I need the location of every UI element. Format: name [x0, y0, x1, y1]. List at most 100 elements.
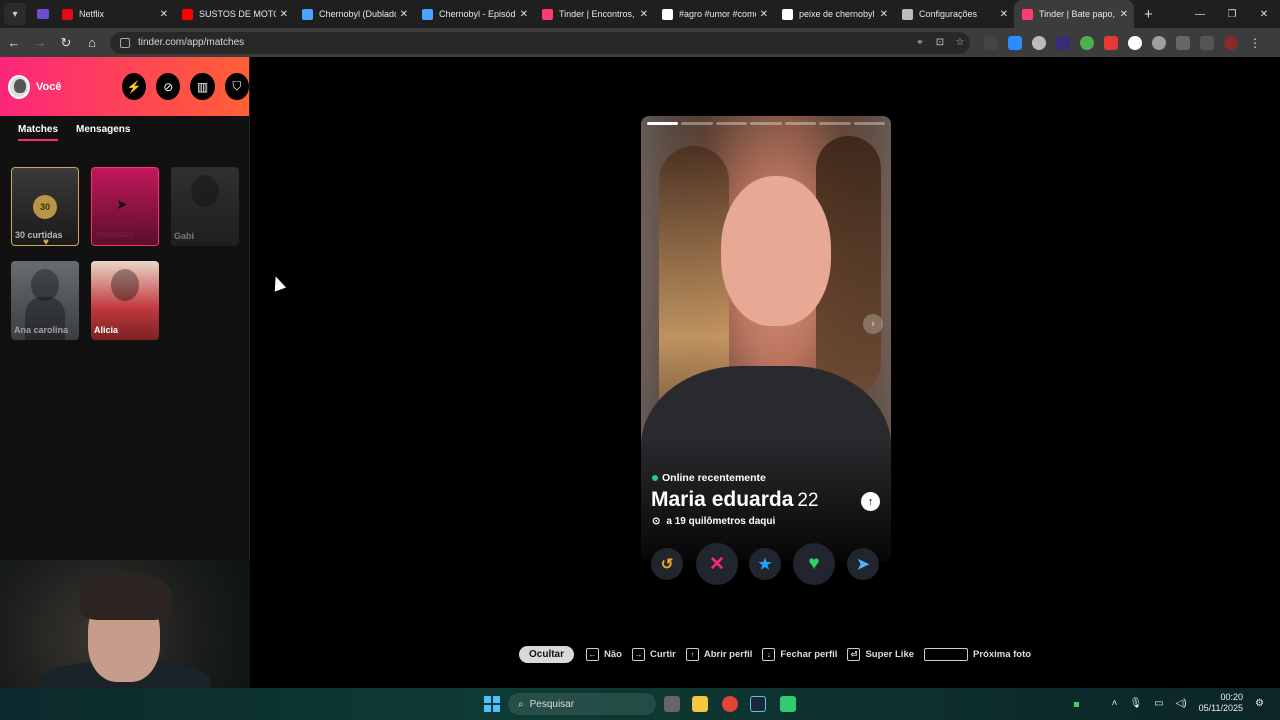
boost-icon[interactable]: ⚡	[121, 73, 147, 100]
tab-close-icon[interactable]: ✕	[520, 9, 528, 20]
open-profile-icon[interactable]: ↑	[861, 492, 880, 511]
restore-button[interactable]: ❐	[1216, 0, 1248, 28]
browser-tab[interactable]: SUSTOS DE MOTO (✕	[174, 0, 294, 28]
tab-close-icon[interactable]: ✕	[280, 9, 288, 20]
omnibox[interactable]: tinder.com/app/matches ⌖ ⊡ ☆	[110, 31, 970, 54]
shortcut-superlike: ⏎ Super Like	[847, 647, 914, 661]
tab-groups-icon[interactable]	[32, 3, 54, 25]
shop-gift-icon[interactable]: ▥	[190, 73, 215, 100]
sidebar-tabs: Matches Mensagens	[0, 116, 249, 146]
chrome-icon[interactable]	[722, 696, 738, 712]
close-window-button[interactable]: ✕	[1248, 0, 1280, 28]
clock[interactable]: 00:20 05/11/2025	[1199, 692, 1243, 714]
tab-close-icon[interactable]: ✕	[1120, 9, 1128, 20]
minimize-button[interactable]: —	[1184, 0, 1216, 28]
browser-tab[interactable]: Netflix ✕	[54, 0, 174, 28]
location-icon[interactable]: ⌖	[910, 37, 930, 48]
browser-tab[interactable]: Chernobyl - Episódio ✕	[414, 0, 534, 28]
photo-progress-segment[interactable]	[853, 122, 885, 125]
match-card[interactable]: Alicia	[91, 261, 159, 340]
extension-icon[interactable]	[1032, 35, 1046, 50]
chevron-up-icon[interactable]: ˄	[1112, 698, 1118, 709]
reload-button[interactable]: ↻	[54, 31, 78, 55]
sent-likes-card[interactable]: ➤ Curtidas enviadas	[91, 167, 159, 246]
profile-avatar-icon[interactable]	[1224, 35, 1238, 50]
notifications-icon[interactable]: ⚙	[1255, 698, 1264, 709]
tab-favicon-icon	[902, 8, 913, 20]
browser-menu-icon[interactable]: ⋮	[1248, 36, 1262, 50]
safety-shield-icon[interactable]: ⛉	[224, 73, 249, 100]
extension-icon[interactable]	[1128, 35, 1142, 50]
home-button[interactable]: ⌂	[80, 31, 104, 55]
browser-tab[interactable]: Tinder | Bate papo, / ✕	[1014, 0, 1134, 28]
browser-tab[interactable]: Tinder | Encontros, A ✕	[534, 0, 654, 28]
tab-strip: Netflix✕SUSTOS DE MOTO (✕Chernobyl (Dubl…	[54, 0, 1134, 28]
tab-close-icon[interactable]: ✕	[1000, 9, 1008, 20]
extension-icon[interactable]	[984, 35, 998, 50]
url-text[interactable]: tinder.com/app/matches	[138, 37, 910, 48]
extension-icon[interactable]	[1080, 35, 1094, 50]
file-explorer-icon[interactable]	[692, 696, 708, 712]
photo-progress-segment[interactable]	[715, 122, 748, 125]
profile-label[interactable]: Você	[36, 81, 92, 93]
key-up-icon: ↑	[685, 647, 699, 661]
likes-you-card[interactable]: 30 30 curtidas ♥	[11, 167, 79, 246]
forward-button[interactable]: →	[28, 31, 52, 55]
shortcut-label: Fechar perfil	[780, 648, 838, 660]
match-photo	[191, 175, 219, 207]
install-app-icon[interactable]: ⊡	[930, 37, 950, 48]
extension-icon[interactable]	[1008, 35, 1022, 50]
close-icon[interactable]: ✕	[696, 543, 738, 585]
new-tab-button[interactable]: +	[1144, 6, 1153, 23]
match-card[interactable]: Gabi	[171, 167, 239, 246]
network-icon[interactable]: ▭	[1154, 698, 1163, 709]
user-avatar[interactable]	[8, 74, 30, 99]
tab-close-icon[interactable]: ✕	[160, 9, 168, 20]
extension-icon[interactable]	[1056, 35, 1070, 50]
photo-progress-segment[interactable]	[647, 122, 679, 125]
photo-progress-segment[interactable]	[750, 122, 782, 125]
microphone-icon[interactable]: 🎙	[1129, 698, 1142, 709]
volume-icon[interactable]: ◁)	[1176, 698, 1187, 709]
tab-title: Chernobyl (Dublado	[319, 9, 396, 19]
extensions-puzzle-icon[interactable]	[1176, 35, 1190, 50]
browser-tab[interactable]: Chernobyl (Dublado ✕	[294, 0, 414, 28]
photo-progress-segment[interactable]	[819, 122, 851, 125]
browser-tab[interactable]: peixe de chernobyl ✕	[774, 0, 894, 28]
tab-close-icon[interactable]: ✕	[400, 9, 408, 20]
tab-matches[interactable]: Matches	[18, 124, 59, 141]
hide-shortcuts-button[interactable]: Ocultar	[519, 645, 575, 663]
shortcut-close-profile: ↓ Fechar perfil	[762, 647, 838, 661]
star-icon[interactable]: ★	[749, 548, 781, 580]
tab-close-icon[interactable]: ✕	[640, 9, 648, 20]
tab-messages[interactable]: Mensagens	[76, 124, 130, 139]
tab-search-button[interactable]: ▾	[4, 3, 26, 25]
explore-compass-icon[interactable]: ⊘	[156, 73, 181, 100]
taskbar-search[interactable]: ⌕ Pesquisar	[508, 693, 656, 715]
task-view-icon[interactable]	[664, 696, 680, 712]
photo-progress	[647, 122, 885, 125]
photo-progress-segment[interactable]	[681, 122, 713, 125]
extension-icon[interactable]	[1152, 35, 1166, 50]
match-card[interactable]: Ana carolina	[11, 261, 79, 340]
site-info-icon[interactable]	[120, 37, 130, 48]
next-photo-icon[interactable]: ›	[863, 314, 883, 334]
profile-card[interactable]: › Online recentemente Maria eduarda 22 ⊙ a…	[641, 116, 891, 561]
match-name: Alicia	[94, 325, 119, 335]
app-icon[interactable]	[780, 696, 796, 712]
steam-icon[interactable]	[750, 696, 766, 712]
back-button[interactable]: ←	[2, 31, 26, 55]
browser-tab[interactable]: #agro #umor #come ✕	[654, 0, 774, 28]
rewind-icon[interactable]: ↺	[651, 548, 683, 580]
send-icon[interactable]: ➤	[847, 548, 879, 580]
photo-progress-segment[interactable]	[784, 122, 817, 125]
tab-title: peixe de chernobyl	[799, 9, 875, 19]
extension-icon[interactable]	[1104, 35, 1118, 50]
reading-list-icon[interactable]	[1200, 35, 1214, 50]
browser-tab[interactable]: Configurações ✕	[894, 0, 1014, 28]
tab-close-icon[interactable]: ✕	[760, 9, 768, 20]
tab-close-icon[interactable]: ✕	[880, 9, 888, 20]
bookmark-star-icon[interactable]: ☆	[950, 37, 970, 48]
windows-start-icon[interactable]	[484, 696, 500, 712]
heart-icon[interactable]: ♥	[793, 543, 835, 585]
